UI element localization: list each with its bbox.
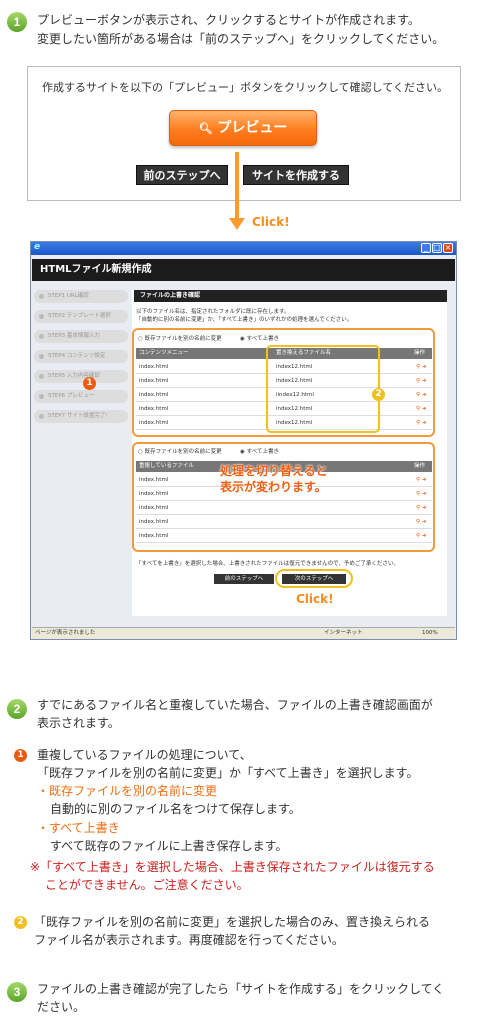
sidebar-item-label: STEP7 サイト設置完了!: [48, 413, 108, 419]
replace-names-highlight: [266, 345, 380, 433]
browser-window: e _ □ × HTMLファイル新規作成 STEP1 URL確認 STEP2 テ…: [30, 241, 457, 640]
ie-icon: e: [34, 242, 41, 252]
radio-rename-2[interactable]: ○ 既存ファイルを別の名前に変更: [138, 448, 222, 456]
panel-desc-1: 以下のファイル名は、指定されたフォルダに既に存在します。: [136, 309, 290, 315]
overlay-caption: 処理を切り替えると 表示が変わります。: [220, 464, 328, 494]
note1-option1-desc: 自動的に別のファイル名をつけて保存します。: [50, 802, 301, 816]
step3-line2: ださい。: [37, 1000, 86, 1014]
col-op: 操作: [414, 463, 426, 469]
sidebar-item-label: STEP4 コンテンツ設定: [48, 353, 106, 359]
note2-line1: 「既存ファイルを別の名前に変更」を選択した場合のみ、置き換えられる: [34, 915, 431, 929]
row-action-icons[interactable]: ⚲ ➜: [416, 388, 426, 402]
preview-instruction: 作成するサイトを以下の「プレビュー」ボタンをクリックして確認してください。: [42, 81, 449, 94]
note1-option2-desc: すべて既存のファイルに上書き保存します。: [50, 839, 288, 853]
zoom-level[interactable]: 100%: [422, 628, 438, 639]
radio-overwrite-2[interactable]: ◉ すべて上書き: [240, 448, 279, 456]
sidebar-item-step2[interactable]: STEP2 テンプレート選択: [34, 310, 128, 323]
step2-line2: 表示されます。: [37, 716, 120, 730]
sidebar-item-label: STEP2 テンプレート選択: [48, 313, 111, 319]
bullet-icon: [39, 334, 44, 339]
step-number-1: 1: [7, 12, 27, 32]
preview-button-label: プレビュー: [217, 120, 288, 136]
sidebar-item-label: STEP1 URL確認: [48, 293, 89, 299]
row-action-icons[interactable]: ⚲ ➜: [416, 501, 426, 515]
close-button[interactable]: ×: [443, 243, 453, 253]
bullet-icon: [39, 374, 44, 379]
bullet-icon: [39, 354, 44, 359]
step3-line1: ファイルの上書き確認が完了したら「サイトを作成する」をクリックしてく: [37, 982, 445, 996]
row-action-icons[interactable]: ⚲ ➜: [416, 402, 426, 416]
overwrite-warning: 「すべてを上書き」を選択した場合、上書きされたファイルは復元できませんので、予め…: [136, 561, 399, 567]
bullet-icon: [39, 394, 44, 399]
step-number-2: 2: [7, 699, 27, 719]
marker-2: 2: [372, 388, 385, 401]
panel-title: ファイルの上書き確認: [134, 290, 447, 302]
bullet-icon: [39, 314, 44, 319]
marker-1: 1: [83, 377, 96, 390]
row-action-icons[interactable]: ⚲ ➜: [416, 416, 426, 430]
sidebar-item-step4[interactable]: STEP4 コンテンツ設定: [34, 350, 128, 363]
note1-option2-title: ・すべて上書き: [37, 821, 120, 835]
preview-box: 作成するサイトを以下の「プレビュー」ボタンをクリックして確認してください。 🔍︎…: [27, 66, 461, 201]
table-row: index.html ⚲ ➜: [136, 529, 432, 543]
arrow-down-icon: [229, 218, 245, 230]
note2-line2: ファイル名が表示されます。再度確認を行ってください。: [34, 933, 344, 947]
step1-line1: プレビューボタンが表示され、クリックするとサイトが作成されます。: [37, 13, 420, 27]
sidebar-item-step5[interactable]: STEP5 入力内容確認: [34, 370, 128, 383]
table-row: index.html ⚲ ➜: [136, 501, 432, 515]
col-duplicate: 重複しているファイル: [139, 463, 194, 469]
sidebar-item-step7[interactable]: STEP7 サイト設置完了!: [34, 410, 128, 423]
click-label-2: Click!: [296, 592, 334, 606]
sidebar-item-label: STEP3 基本情報入力: [48, 333, 100, 339]
prev-step-button-small[interactable]: 前のステップへ: [214, 574, 274, 584]
note1-line1: 重複しているファイルの処理について、: [37, 748, 252, 762]
row-action-icons[interactable]: ⚲ ➜: [416, 487, 426, 501]
sidebar-item-step6[interactable]: STEP6 プレビュー: [34, 390, 128, 403]
sidebar-item-label: STEP6 プレビュー: [48, 393, 95, 399]
zone-text: インターネット: [324, 630, 363, 636]
step1-line2: 変更したい箇所がある場合は「前のステップへ」をクリックしてください。: [37, 32, 445, 46]
search-icon: 🔍︎: [198, 122, 213, 135]
preview-button[interactable]: 🔍︎ プレビュー: [169, 110, 317, 146]
note1-line2: 「既存ファイルを別の名前に変更」か「すべて上書き」を選択します。: [37, 766, 419, 780]
step2-line1: すでにあるファイル名と重複していた場合、ファイルの上書き確認画面が: [37, 698, 433, 712]
step-number-3: 3: [7, 982, 27, 1002]
note1-option1-title: ・既存ファイルを別の名前に変更: [37, 784, 218, 798]
window-titlebar: e _ □ ×: [31, 242, 456, 255]
app-title: HTMLファイル新規作成: [32, 259, 455, 281]
bullet-icon: [39, 414, 44, 419]
status-text: ページが表示されました: [35, 630, 96, 636]
status-bar: ページが表示されました インターネット 100%: [32, 627, 455, 639]
row-action-icons[interactable]: ⚲ ➜: [416, 360, 426, 374]
col-menu: コンテンツメニュー: [139, 350, 189, 356]
sidebar-item-step3[interactable]: STEP3 基本情報入力: [34, 330, 128, 343]
row-action-icons[interactable]: ⚲ ➜: [416, 374, 426, 388]
bullet-icon: [39, 294, 44, 299]
col-op: 操作: [414, 350, 426, 356]
row-action-icons[interactable]: ⚲ ➜: [416, 529, 426, 543]
sidebar-item-step1[interactable]: STEP1 URL確認: [34, 290, 128, 303]
note1-caution-1: ※「すべて上書き」を選択した場合、上書き保存されたファイルは復元する: [30, 860, 435, 874]
arrow-line: [235, 152, 239, 220]
table-row: index.html ⚲ ➜: [136, 515, 432, 529]
radio-rename-1[interactable]: ○ 既存ファイルを別の名前に変更: [138, 335, 222, 343]
note-number-2: 2: [14, 916, 27, 929]
row-action-icons[interactable]: ⚲ ➜: [416, 515, 426, 529]
prev-step-button[interactable]: 前のステップへ: [136, 165, 228, 185]
note1-caution-2: ことができません。ご注意ください。: [45, 878, 249, 892]
create-site-button[interactable]: サイトを作成する: [243, 165, 349, 185]
main-panel: ファイルの上書き確認 以下のファイル名は、指定されたフォルダに既に存在します。 …: [132, 290, 447, 616]
next-step-highlight: [275, 569, 353, 588]
panel-desc-2: 「自動的に別の名前に変更」か、「すべて上書き」のいずれかの処理を選んでください。: [136, 317, 353, 323]
note-number-1: 1: [14, 749, 27, 762]
minimize-button[interactable]: _: [421, 243, 431, 253]
maximize-button[interactable]: □: [432, 243, 442, 253]
row-action-icons[interactable]: ⚲ ➜: [416, 473, 426, 487]
click-label-1: Click!: [252, 215, 290, 229]
radio-overwrite-1[interactable]: ◉ すべて上書き: [240, 335, 279, 343]
